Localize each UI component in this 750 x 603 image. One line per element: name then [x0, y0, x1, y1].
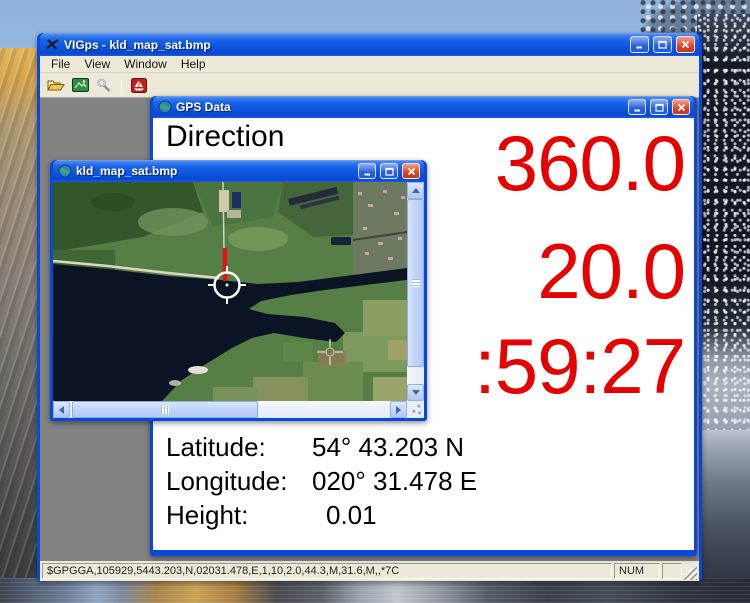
- minimize-icon: [634, 109, 640, 111]
- horizontal-scroll-thumb[interactable]: [72, 401, 258, 418]
- map-content: [53, 182, 424, 418]
- maximize-icon: [384, 167, 394, 176]
- close-icon: [407, 167, 415, 175]
- map-window-title: kld_map_sat.bmp: [76, 164, 178, 178]
- scroll-right-button[interactable]: [390, 401, 407, 418]
- num-lock-indicator: NUM: [614, 563, 660, 579]
- latitude-label: Latitude:: [166, 432, 266, 462]
- satellite-map-image[interactable]: [53, 182, 407, 401]
- desktop: VIGps - kld_map_sat.bmp File View Window…: [0, 0, 750, 603]
- gps-minimize-button[interactable]: [628, 99, 646, 115]
- maximize-button[interactable]: [653, 36, 672, 53]
- desktop-cliff-art: [0, 48, 38, 583]
- scroll-up-button[interactable]: [407, 182, 424, 199]
- desktop-water-art: [0, 578, 750, 603]
- map-resize-grip[interactable]: [407, 401, 424, 418]
- arrow-up-icon: [411, 188, 420, 193]
- arrow-left-icon: [59, 405, 64, 414]
- close-button[interactable]: [676, 36, 695, 53]
- horizontal-scrollbar[interactable]: [53, 401, 407, 418]
- app-icon: [46, 39, 59, 50]
- map-maximize-button[interactable]: [380, 163, 398, 179]
- scroll-left-button[interactable]: [53, 401, 70, 418]
- maximize-icon: [658, 40, 667, 49]
- maximize-icon: [654, 103, 664, 112]
- gps-close-button[interactable]: [672, 99, 690, 115]
- close-icon: [681, 40, 690, 49]
- status-bar: $GPGGA,105929,5443.203,N,02031.478,E,1,1…: [40, 561, 699, 581]
- resize-grip[interactable]: [684, 567, 697, 580]
- boat-mode-button[interactable]: [128, 75, 150, 96]
- direction-label: Direction: [166, 120, 285, 153]
- longitude-value: 020° 31.478 E: [312, 466, 478, 496]
- open-file-button[interactable]: [45, 75, 67, 96]
- arrow-right-icon: [396, 405, 401, 414]
- vertical-scrollbar[interactable]: [407, 182, 424, 401]
- direction-value: 360.0: [494, 119, 686, 207]
- vertical-scroll-thumb[interactable]: [407, 199, 424, 367]
- gps-titlebar[interactable]: GPS Data: [153, 96, 694, 118]
- globe-icon: [158, 100, 172, 114]
- gps-window-title: GPS Data: [176, 100, 231, 114]
- arrow-down-icon: [411, 390, 420, 395]
- height-label: Height:: [166, 500, 249, 530]
- desktop-trees-art: [697, 14, 750, 434]
- tools-button[interactable]: [93, 75, 115, 96]
- thumb-grip: [412, 279, 420, 287]
- latitude-row: Latitude: 54° 43.203 N: [166, 430, 477, 464]
- minimize-button[interactable]: [630, 36, 649, 53]
- coordinate-readout: Latitude: 54° 43.203 N Longitude: 020° 3…: [166, 430, 477, 532]
- scroll-down-button[interactable]: [407, 384, 424, 401]
- map-minimize-button[interactable]: [358, 163, 376, 179]
- map-window: kld_map_sat.bmp: [50, 160, 427, 421]
- longitude-label: Longitude:: [166, 466, 288, 496]
- map-close-button[interactable]: [402, 163, 420, 179]
- gps-maximize-button[interactable]: [650, 99, 668, 115]
- main-titlebar[interactable]: VIGps - kld_map_sat.bmp: [40, 33, 699, 56]
- latitude-value: 54° 43.203 N: [312, 432, 465, 462]
- menu-view[interactable]: View: [77, 56, 117, 72]
- sailboat-icon: [131, 77, 147, 93]
- thumb-grip: [161, 406, 169, 414]
- map-titlebar[interactable]: kld_map_sat.bmp: [53, 160, 424, 182]
- menu-file[interactable]: File: [44, 56, 77, 72]
- height-row: Height: 0.01: [166, 498, 477, 532]
- longitude-row: Longitude: 020° 31.478 E: [166, 464, 477, 498]
- wrench-icon: [97, 78, 111, 92]
- main-window-title: VIGps - kld_map_sat.bmp: [64, 37, 211, 52]
- speed-value: 20.0: [537, 227, 686, 315]
- map-image-button[interactable]: [69, 75, 91, 96]
- menu-help[interactable]: Help: [174, 56, 213, 72]
- toolbar: [40, 73, 699, 98]
- empty-status-pane: [662, 563, 682, 579]
- height-value: 0.01: [326, 500, 377, 530]
- menu-bar: File View Window Help: [40, 56, 699, 73]
- globe-icon: [58, 164, 72, 178]
- satellite-map-art: [53, 182, 407, 401]
- map-image-icon: [71, 78, 89, 92]
- minimize-icon: [636, 46, 642, 49]
- close-icon: [677, 103, 685, 111]
- toolbar-separator: [121, 76, 122, 94]
- nmea-status-text: $GPGGA,105929,5443.203,N,02031.478,E,1,1…: [42, 563, 612, 579]
- time-value: :59:27: [474, 322, 686, 410]
- minimize-icon: [364, 173, 370, 175]
- open-folder-icon: [47, 80, 65, 91]
- menu-window[interactable]: Window: [117, 56, 174, 72]
